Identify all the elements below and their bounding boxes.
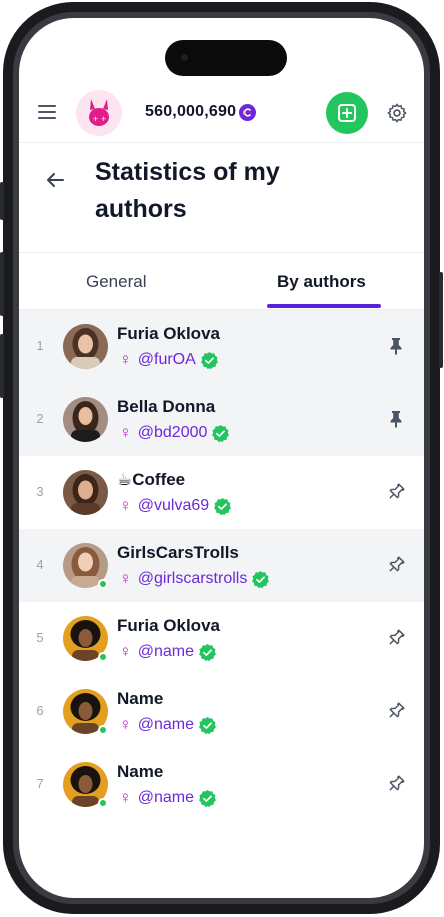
pin-outline-icon[interactable]: [386, 774, 406, 794]
online-status-dot: [98, 652, 108, 662]
author-row[interactable]: 5 Furia Oklova ♀ @name: [19, 602, 424, 675]
volume-down-button: [0, 334, 4, 398]
author-handle-line: ♀ @furOA: [119, 350, 219, 370]
pin-outline-icon[interactable]: [386, 701, 406, 721]
pin-filled-icon[interactable]: [386, 409, 406, 429]
pin-outline-icon[interactable]: [386, 555, 406, 575]
author-row[interactable]: 4 GirlsCarsTrolls ♀ @girlscarstrolls: [19, 529, 424, 602]
verified-badge-icon: [214, 497, 232, 515]
balance-display: 560,000,690: [145, 103, 257, 121]
gear-icon[interactable]: [386, 102, 408, 124]
author-rank: 5: [36, 630, 44, 645]
svg-text:+: +: [93, 115, 99, 123]
author-rank: 3: [36, 484, 44, 499]
female-gender-icon: ♀: [119, 569, 132, 588]
author-name[interactable]: Bella Donna: [117, 397, 215, 417]
author-row[interactable]: 7 Name ♀ @name: [19, 748, 424, 821]
author-row[interactable]: 2 Bella Donna ♀ @bd2000: [19, 383, 424, 456]
author-name[interactable]: GirlsCarsTrolls: [117, 543, 239, 563]
author-row[interactable]: 6 Name ♀ @name: [19, 675, 424, 748]
avatar[interactable]: [63, 324, 108, 369]
page-title: Statistics of my authors: [95, 158, 280, 223]
verified-badge-icon: [199, 716, 216, 734]
bunny-logo[interactable]: + +: [76, 90, 122, 136]
camera-lens: [181, 54, 188, 61]
avatar[interactable]: [63, 470, 108, 515]
author-rank: 6: [36, 703, 44, 718]
app-header: + + 560,000,690: [19, 82, 424, 142]
svg-text:+: +: [101, 115, 107, 123]
title-divider: [19, 252, 424, 253]
author-handle[interactable]: @bd2000: [138, 424, 208, 442]
pin-filled-icon[interactable]: [386, 336, 406, 356]
author-rank: 4: [36, 557, 44, 572]
plus-square-icon: [338, 104, 356, 122]
author-handle-line: ♀ @vulva69: [119, 496, 232, 516]
online-status-dot: [98, 725, 108, 735]
online-status-dot: [98, 579, 108, 589]
author-handle-line: ♀ @name: [119, 715, 217, 735]
author-name[interactable]: Name: [117, 689, 163, 709]
verified-badge-icon: [199, 789, 216, 807]
author-rank: 1: [36, 338, 44, 353]
power-button: [439, 272, 443, 368]
author-list: 1 Furia Oklova ♀ @furOA 2 Bella Donna ♀ …: [19, 310, 424, 821]
pin-outline-icon[interactable]: [386, 628, 406, 648]
verified-badge-icon: [199, 643, 216, 661]
balance-value: 560,000,690: [145, 103, 237, 120]
author-handle[interactable]: @vulva69: [138, 497, 209, 515]
author-handle-line: ♀ @name: [119, 788, 217, 808]
author-handle[interactable]: @name: [138, 643, 194, 661]
dynamic-island: [165, 40, 287, 76]
phone-bezel: + + 560,000,690 Statistics of my authors…: [13, 12, 430, 904]
pin-outline-icon[interactable]: [386, 482, 406, 502]
author-handle[interactable]: @name: [138, 716, 194, 734]
author-handle-line: ♀ @girlscarstrolls: [119, 569, 270, 589]
author-row[interactable]: 3 ☕Coffee ♀ @vulva69: [19, 456, 424, 529]
female-gender-icon: ♀: [119, 423, 132, 442]
tab-by-authors[interactable]: By authors: [277, 272, 366, 292]
author-name[interactable]: Furia Oklova: [117, 324, 220, 344]
avatar[interactable]: [63, 397, 108, 442]
coin-icon: [239, 103, 257, 121]
author-name[interactable]: Furia Oklova: [117, 616, 220, 636]
back-arrow-icon[interactable]: [45, 170, 65, 190]
screen: + + 560,000,690 Statistics of my authors…: [19, 18, 424, 898]
header-divider: [19, 142, 424, 143]
active-tab-indicator: [267, 304, 381, 308]
tab-general[interactable]: General: [86, 272, 146, 292]
hamburger-menu-icon[interactable]: [38, 105, 56, 119]
author-handle-line: ♀ @bd2000: [119, 423, 230, 443]
add-button[interactable]: [326, 92, 368, 134]
volume-up-button: [0, 252, 4, 316]
verified-badge-icon: [200, 351, 218, 369]
verified-badge-icon: [252, 570, 270, 588]
author-handle[interactable]: @girlscarstrolls: [138, 570, 248, 588]
author-rank: 2: [36, 411, 44, 426]
female-gender-icon: ♀: [119, 788, 132, 807]
author-rank: 7: [36, 776, 44, 791]
author-handle[interactable]: @name: [138, 789, 194, 807]
verified-badge-icon: [212, 424, 230, 442]
author-name[interactable]: Name: [117, 762, 163, 782]
online-status-dot: [98, 798, 108, 808]
author-handle[interactable]: @furOA: [138, 351, 196, 369]
author-name[interactable]: ☕Coffee: [117, 470, 185, 490]
phone-frame: + + 560,000,690 Statistics of my authors…: [0, 2, 443, 914]
female-gender-icon: ♀: [119, 350, 132, 369]
mute-switch: [0, 182, 4, 220]
female-gender-icon: ♀: [119, 496, 132, 515]
author-row[interactable]: 1 Furia Oklova ♀ @furOA: [19, 310, 424, 383]
female-gender-icon: ♀: [119, 715, 132, 734]
female-gender-icon: ♀: [119, 642, 132, 661]
author-handle-line: ♀ @name: [119, 642, 217, 662]
